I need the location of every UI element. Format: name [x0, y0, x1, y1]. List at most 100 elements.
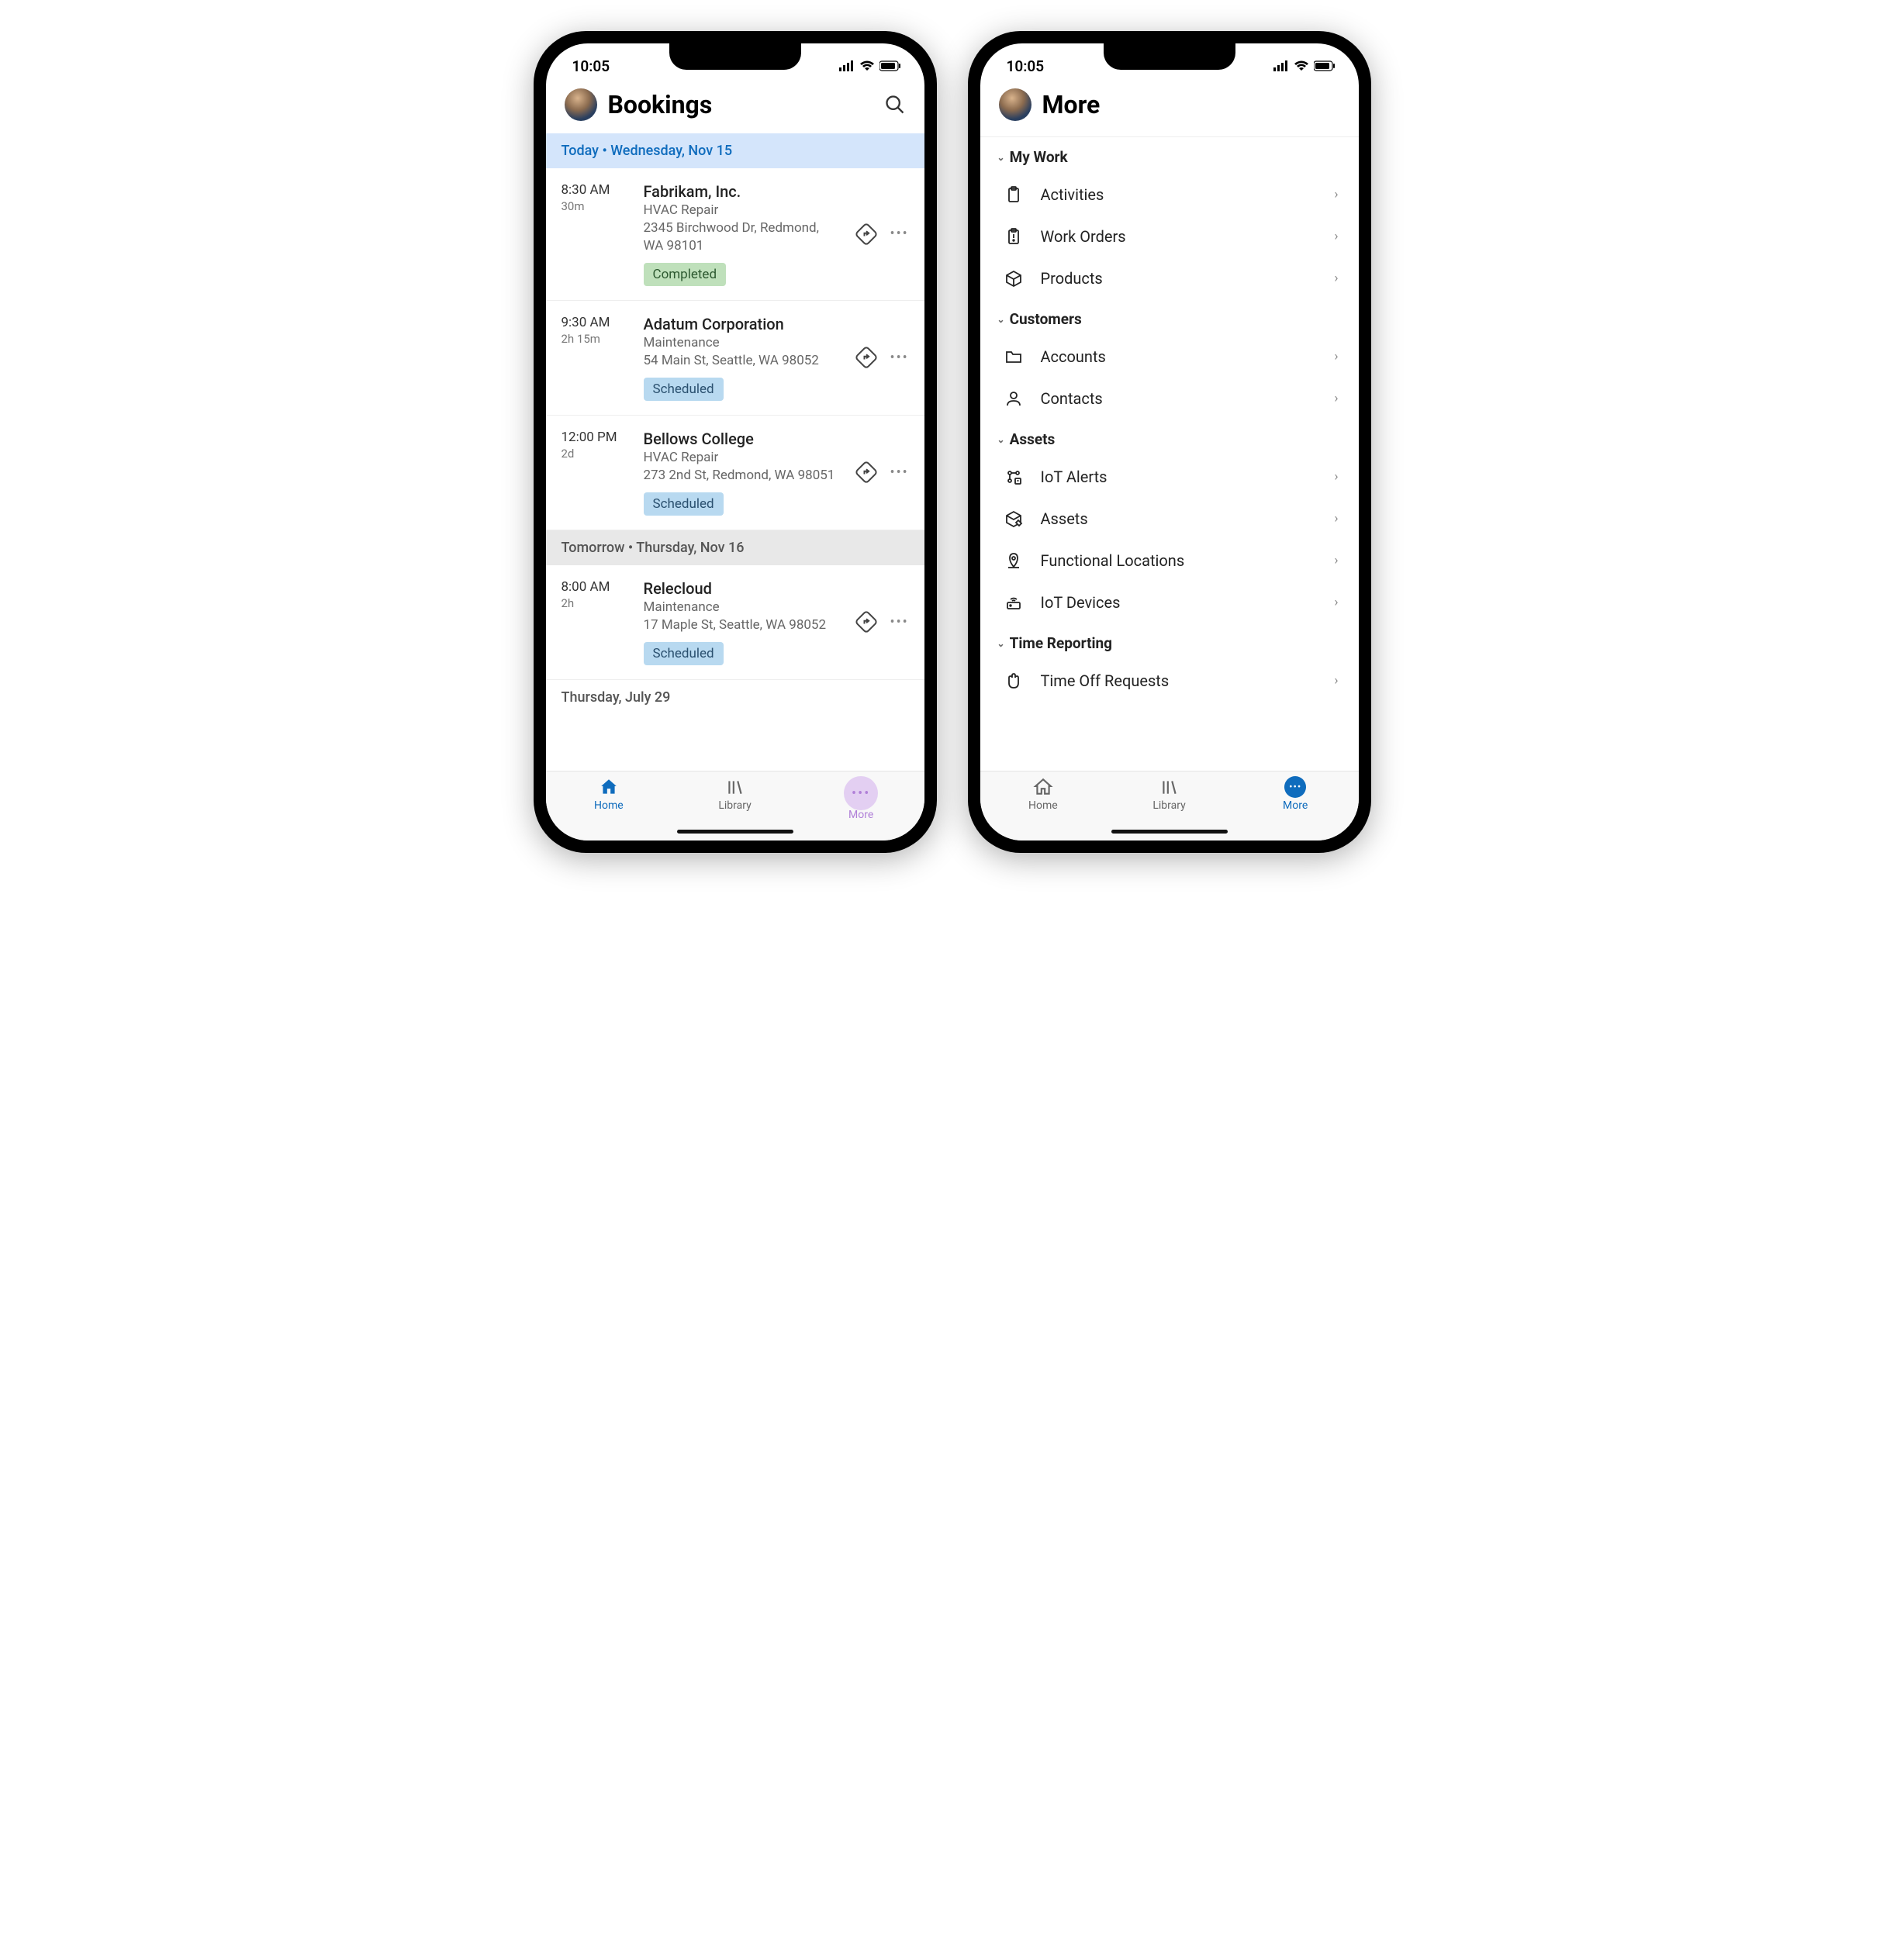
booking-address: 273 2nd St, Redmond, WA 98051: [644, 467, 841, 485]
booking-address: 17 Maple St, Seattle, WA 98052: [644, 616, 841, 634]
chevron-right-icon: ›: [1334, 595, 1338, 610]
battery-icon: [879, 60, 901, 71]
screen-more: 10:05 More ⌄ My Work Activities›Work Order…: [980, 43, 1359, 841]
section-title: Customers: [1010, 310, 1082, 328]
directions-icon[interactable]: [855, 223, 878, 246]
iot-alert-icon: [1004, 467, 1024, 487]
status-badge: Scheduled: [644, 492, 724, 516]
page-title: More: [1042, 90, 1340, 119]
chevron-right-icon: ›: [1334, 469, 1338, 485]
status-badge: Scheduled: [644, 378, 724, 401]
chevron-right-icon: ›: [1334, 349, 1338, 364]
booking-row[interactable]: 12:00 PM2dBellows CollegeHVAC Repair273 …: [546, 416, 924, 530]
booking-actions: •••: [855, 610, 909, 633]
more-list[interactable]: ⌄ My Work Activities›Work Orders›Products›…: [980, 133, 1359, 771]
phone-bookings: 10:05 Bookings Today • Wednesday, Nov 15…: [534, 31, 937, 853]
screen-bookings: 10:05 Bookings Today • Wednesday, Nov 15…: [546, 43, 924, 841]
clipboard-icon: [1004, 185, 1024, 205]
section-title: Assets: [1010, 430, 1056, 448]
folder-icon: [1004, 347, 1024, 367]
more-actions-icon[interactable]: •••: [890, 226, 909, 242]
avatar[interactable]: [999, 88, 1031, 121]
tab-label: More: [1283, 799, 1308, 812]
directions-icon[interactable]: [855, 346, 878, 369]
header-bookings: Bookings: [546, 82, 924, 133]
booking-type: HVAC Repair: [644, 202, 841, 218]
booking-start: 9:30 AM: [562, 315, 630, 330]
avatar[interactable]: [565, 88, 597, 121]
signal-icon: [839, 60, 855, 71]
menu-item-label: Assets: [1041, 509, 1318, 528]
signal-icon: [1273, 60, 1289, 71]
menu-item[interactable]: Products›: [980, 257, 1359, 299]
chevron-down-icon: ⌄: [997, 434, 1005, 445]
menu-item[interactable]: Accounts ›: [980, 336, 1359, 378]
booking-details: RelecloudMaintenance17 Maple St, Seattle…: [644, 579, 841, 665]
chevron-right-icon: ›: [1334, 673, 1338, 689]
library-icon: [1159, 776, 1180, 798]
section-title: Time Reporting: [1010, 634, 1112, 652]
menu-item[interactable]: Assets›: [980, 498, 1359, 540]
booking-details: Adatum CorporationMaintenance54 Main St,…: [644, 315, 841, 401]
menu-item-label: Accounts: [1041, 347, 1318, 366]
tabbar: Home Library ••• More: [980, 771, 1359, 841]
booking-start: 8:00 AM: [562, 579, 630, 595]
bookings-list[interactable]: Today • Wednesday, Nov 158:30 AM30mFabri…: [546, 133, 924, 771]
booking-row[interactable]: 8:30 AM30mFabrikam, Inc.HVAC Repair2345 …: [546, 168, 924, 301]
box-tag-icon: [1004, 509, 1024, 529]
header-more: More: [980, 82, 1359, 133]
wifi-icon: [1294, 60, 1309, 71]
menu-item[interactable]: Work Orders›: [980, 216, 1359, 257]
menu-item[interactable]: Functional Locations›: [980, 540, 1359, 582]
tab-more[interactable]: ••• More: [1232, 776, 1359, 841]
tab-label: Home: [1028, 799, 1058, 812]
booking-actions: •••: [855, 223, 909, 246]
chevron-down-icon: ⌄: [997, 314, 1005, 325]
search-icon[interactable]: [884, 94, 906, 116]
menu-item[interactable]: Contacts›: [980, 378, 1359, 419]
chevron-down-icon: ⌄: [997, 152, 1005, 163]
booking-duration: 2h 15m: [562, 332, 630, 346]
chevron-right-icon: ›: [1334, 229, 1338, 244]
booking-duration: 2h: [562, 596, 630, 610]
person-icon: [1004, 388, 1024, 409]
booking-row[interactable]: 8:00 AM2h RelecloudMaintenance17 Maple St…: [546, 565, 924, 680]
section-header[interactable]: ⌄ Customers: [980, 299, 1359, 336]
status-indicators: [1273, 60, 1336, 71]
booking-details: Bellows CollegeHVAC Repair273 2nd St, Re…: [644, 430, 841, 516]
directions-icon[interactable]: [855, 461, 878, 484]
section-header[interactable]: ⌄Time Reporting: [980, 623, 1359, 660]
booking-type: HVAC Repair: [644, 450, 841, 465]
tab-more[interactable]: ••• More: [798, 776, 924, 841]
tab-home[interactable]: Home: [980, 776, 1107, 841]
more-actions-icon[interactable]: •••: [890, 464, 909, 481]
booking-duration: 30m: [562, 199, 630, 213]
more-actions-icon[interactable]: •••: [890, 614, 909, 630]
menu-item[interactable]: Activities›: [980, 174, 1359, 216]
section-header[interactable]: ⌄ My Work: [980, 136, 1359, 174]
chevron-right-icon: ›: [1334, 187, 1338, 202]
tab-home[interactable]: Home: [546, 776, 672, 841]
more-icon: •••: [844, 776, 878, 810]
section-title: My Work: [1010, 148, 1068, 166]
home-indicator[interactable]: [1111, 830, 1228, 834]
booking-row[interactable]: 9:30 AM 2h 15m Adatum CorporationMaintenan…: [546, 301, 924, 416]
status-time: 10:05: [1007, 57, 1045, 75]
directions-icon[interactable]: [855, 610, 878, 633]
menu-item-label: IoT Devices: [1041, 593, 1318, 612]
box-icon: [1004, 268, 1024, 288]
battery-icon: [1314, 60, 1336, 71]
wifi-icon: [859, 60, 875, 71]
more-actions-icon[interactable]: •••: [890, 350, 909, 366]
booking-company: Relecloud: [644, 579, 841, 598]
home-indicator[interactable]: [677, 830, 793, 834]
day-header-tomorrow: Tomorrow • Thursday, Nov 16: [546, 530, 924, 565]
phone-more: 10:05 More ⌄ My Work Activities›Work Order…: [968, 31, 1371, 853]
wifi-device-icon: [1004, 592, 1024, 613]
menu-item[interactable]: IoT Alerts›: [980, 456, 1359, 498]
section-header[interactable]: ⌄ Assets: [980, 419, 1359, 456]
menu-item[interactable]: Time Off Requests›: [980, 660, 1359, 702]
status-badge: Scheduled: [644, 642, 724, 665]
menu-item[interactable]: IoT Devices ›: [980, 582, 1359, 623]
clipboard-alert-icon: [1004, 226, 1024, 247]
